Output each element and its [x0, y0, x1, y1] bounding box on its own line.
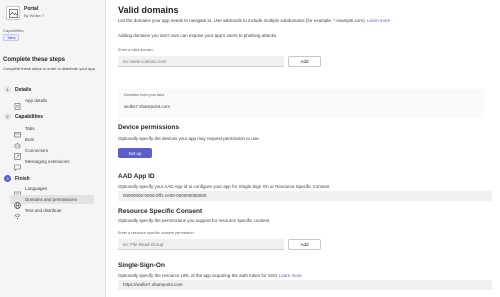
domain-input[interactable] [118, 56, 284, 67]
app-name: Portal [24, 6, 39, 12]
step-number-2: 2 [4, 113, 11, 120]
steps-description: Complete these steps in order to distrib… [3, 66, 96, 71]
language-icon [14, 185, 21, 198]
sidebar-item-label: Tabs [25, 126, 35, 131]
sso-title: Single-Sign-On [118, 262, 165, 269]
domain-input-label: Enter a valid domain [118, 48, 153, 52]
sso-description-line: Optionally specify the resource URL of t… [118, 273, 302, 278]
sso-description: Optionally specify the resource URL of t… [118, 273, 278, 278]
sidebar-item-label: Connectors [25, 148, 49, 153]
intro-text: List the domains your app needs to navig… [118, 18, 366, 23]
globe-icon [14, 196, 21, 209]
messaging-icon [14, 158, 21, 172]
capabilities-label: Capabilities [3, 28, 24, 33]
sidebar-item-test-and-distribute[interactable]: Test and distribute [10, 206, 94, 220]
sidebar-item-label: Languages [25, 186, 48, 191]
sidebar-item-app-details[interactable]: App details [10, 96, 94, 110]
sidebar-item-label: Test and distribute [25, 208, 62, 213]
tab-domains-box: Domains from your tabs wolke7.sharepoint… [118, 89, 484, 118]
step-title-finish: Finish [15, 176, 30, 182]
add-domain-button[interactable]: Add [288, 56, 321, 67]
sidebar: Portal By Wolke 7 Capabilities Tabs Comp… [0, 0, 106, 297]
sidebar-item-domains-and-permissions[interactable]: Domains and permissions [10, 195, 94, 209]
app-header: Portal By Wolke 7 [6, 6, 104, 22]
rsc-title: Resource Specific Consent [118, 208, 203, 215]
sidebar-item-messaging-extensions[interactable]: Messaging extensions [10, 157, 94, 172]
sidebar-item-label: Bots [25, 137, 35, 142]
rsc-description: Optionally specify the permissions you s… [118, 218, 270, 223]
document-icon [14, 97, 21, 110]
step-number-1: 1 [4, 86, 11, 93]
sidebar-item-label: Domains and permissions [25, 197, 77, 202]
distribute-icon [14, 207, 21, 220]
connector-icon [14, 147, 21, 160]
sidebar-item-label: App details [25, 98, 48, 103]
tab-icon [14, 125, 21, 138]
sidebar-item-label: Messaging extensions [25, 159, 70, 164]
sidebar-item-languages[interactable]: Languages [10, 184, 94, 198]
set-up-button[interactable]: Set up [118, 148, 152, 158]
sso-resource-url-field[interactable]: https://wolke7.sharepoint.com [118, 280, 492, 290]
step-title-capabilities: Capabilities [15, 114, 44, 120]
rsc-input-label: Enter a resource specific consent permis… [118, 231, 194, 235]
device-permissions-description: Optionally specify the devices your app … [118, 136, 260, 141]
aad-app-id-title: AAD App ID [118, 173, 155, 180]
capability-badge-tabs: Tabs [3, 34, 20, 41]
app-publisher: By Wolke 7 [24, 13, 45, 18]
device-permissions-title: Device permissions [118, 124, 180, 131]
phishing-warning: Adding domains you don't own can expose … [118, 33, 278, 38]
steps-title: Complete these steps [3, 57, 66, 63]
app-icon [6, 6, 20, 20]
sso-learn-more-link[interactable]: Learn more [279, 273, 302, 278]
intro-learn-more-link[interactable]: Learn more [367, 18, 390, 23]
page-title: Valid domains [118, 5, 179, 15]
aad-app-id-field[interactable]: 00000000-0000-0ff1-ce00-000000000000 [118, 191, 492, 201]
bot-icon [14, 136, 21, 149]
sidebar-item-tabs[interactable]: Tabs [10, 124, 94, 138]
valid-domains-intro: List the domains your app needs to navig… [118, 18, 390, 23]
aad-app-id-description: Optionally specify your AAD App id to co… [118, 184, 330, 189]
main-content: Valid domains List the domains your app … [106, 0, 500, 297]
tab-domains-label: Domains from your tabs [124, 93, 165, 97]
sidebar-item-bots[interactable]: Bots [10, 135, 94, 149]
sidebar-item-connectors[interactable]: Connectors [10, 146, 94, 160]
step-number-3: 3 [4, 175, 11, 182]
step-title-details: Details [15, 87, 32, 93]
tab-domain-item: wolke7.sharepoint.com [124, 104, 171, 109]
add-rsc-permission-button[interactable]: Add [288, 239, 321, 250]
rsc-permission-input[interactable] [118, 239, 284, 250]
